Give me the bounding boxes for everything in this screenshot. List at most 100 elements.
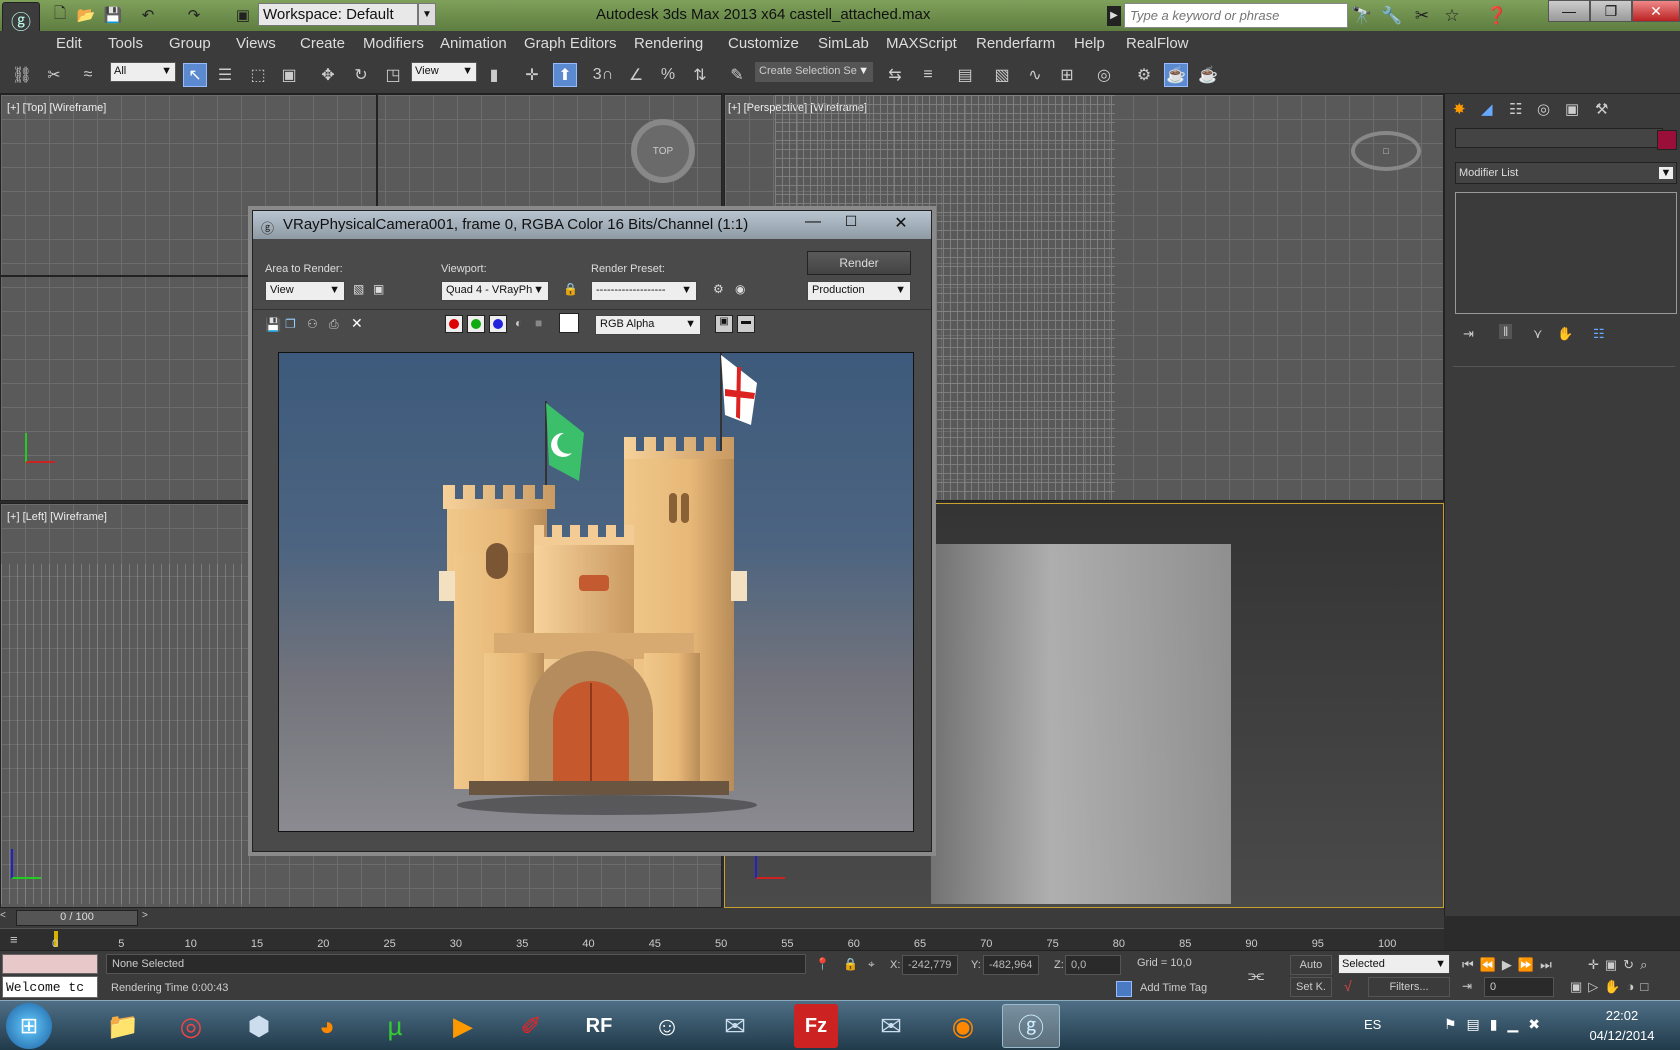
remove-modifier-icon[interactable]: ✋ (1557, 326, 1573, 342)
current-frame-field[interactable]: 0 (1484, 977, 1554, 997)
bind-space-warp-icon[interactable]: ≈ (76, 63, 100, 87)
move-icon[interactable]: ✥ (316, 63, 340, 87)
menu-edit[interactable]: Edit (56, 35, 82, 52)
curve-editor-icon[interactable]: ∿ (1023, 63, 1047, 87)
alpha-channel-icon[interactable]: ◐ (515, 316, 522, 330)
percent-snap-icon[interactable]: % (656, 63, 680, 87)
rectangular-selection-icon[interactable]: ⬚ (246, 63, 270, 87)
production-dropdown[interactable]: Production ▼ (807, 281, 911, 301)
app-3d-icon[interactable]: ⬢ (230, 1004, 288, 1048)
time-slider-thumb[interactable]: 0 / 100 (16, 910, 138, 926)
select-by-name-icon[interactable]: ☰ (213, 63, 237, 87)
toggle-ui-icon[interactable]: ▬ (737, 315, 755, 333)
project-folder-icon[interactable]: ▣ (232, 5, 254, 25)
render-setup-icon-small[interactable]: ⚙ (713, 282, 724, 296)
minimize-window-button[interactable]: — (1548, 0, 1590, 22)
display-tab-icon[interactable]: ▣ (1565, 100, 1587, 122)
area-to-render-dropdown[interactable]: View ▼ (265, 281, 345, 301)
menu-help[interactable]: Help (1074, 35, 1105, 52)
hierarchy-tab-icon[interactable]: ☷ (1509, 100, 1531, 122)
make-unique-icon[interactable]: ⋎ (1533, 326, 1543, 342)
3dsmax-taskbar-icon[interactable]: ⓖ (1002, 1004, 1060, 1048)
close-window-button[interactable]: ✕ (1632, 0, 1680, 22)
communication-icon[interactable]: ✂ (1410, 4, 1434, 28)
binoculars-icon[interactable]: 🔭 (1350, 4, 1374, 28)
keyboard-shortcut-override-icon[interactable]: ⬆ (553, 63, 577, 87)
favorites-icon[interactable]: ☆ (1440, 4, 1464, 28)
object-color-swatch[interactable] (1657, 130, 1677, 150)
undo-icon[interactable]: ↶ (137, 5, 159, 25)
menu-customize[interactable]: Customize (728, 35, 799, 52)
auto-key-button[interactable]: Auto (1290, 955, 1332, 975)
clock-time[interactable]: 22:02 (1580, 1008, 1664, 1023)
material-editor-icon[interactable]: ◎ (1092, 63, 1116, 87)
modify-tab-icon[interactable]: ◢ (1481, 100, 1503, 122)
print-image-icon[interactable]: ⎙ (329, 317, 339, 332)
render-preset-dropdown[interactable]: ------------------- ▼ (591, 281, 697, 301)
subscription-icon[interactable]: 🔧 (1380, 4, 1404, 28)
select-and-manipulate-icon[interactable]: ✛ (520, 63, 544, 87)
acrobat-icon[interactable]: ✐ (502, 1004, 560, 1048)
selection-lock-icon[interactable]: 🔒 (843, 957, 858, 971)
layer-manager-icon[interactable]: ▤ (953, 63, 977, 87)
render-frame-window-icon[interactable]: ☕ (1164, 63, 1188, 87)
maxscript-mini-listener-top[interactable] (2, 954, 98, 974)
reference-coordinate-dropdown[interactable]: View ▼ (411, 62, 477, 82)
lock-viewport-icon[interactable]: 🔒 (563, 282, 578, 296)
render-window-titlebar[interactable]: VRayPhysicalCamera001, frame 0, RGBA Col… (253, 211, 931, 239)
menu-animation[interactable]: Animation (440, 35, 507, 52)
color-swatch[interactable] (559, 313, 579, 333)
key-filters-button[interactable]: Filters... (1368, 977, 1450, 997)
time-tag-icon[interactable] (1116, 981, 1132, 997)
language-indicator[interactable]: ES (1364, 1017, 1381, 1032)
red-channel-toggle[interactable] (445, 315, 463, 333)
menu-group[interactable]: Group (169, 35, 211, 52)
menu-views[interactable]: Views (236, 35, 276, 52)
viewcube-perspective[interactable]: □ (1351, 131, 1421, 171)
save-image-icon[interactable]: 💾 (265, 317, 281, 333)
x-coordinate-field[interactable]: -242,779 (902, 955, 958, 975)
absolute-mode-icon[interactable]: ⌖ (868, 957, 875, 972)
rotate-icon[interactable]: ↻ (349, 63, 373, 87)
menu-maxscript[interactable]: MAXScript (886, 35, 957, 52)
blue-channel-toggle[interactable] (489, 315, 507, 333)
menu-renderfarm[interactable]: Renderfarm (976, 35, 1055, 52)
zbrush-icon[interactable]: ☺ (638, 1004, 696, 1048)
align-icon[interactable]: ≡ (916, 63, 940, 87)
pivot-center-icon[interactable]: ▮ (482, 63, 506, 87)
environment-effects-icon[interactable]: ◉ (735, 282, 745, 296)
open-file-icon[interactable]: 📂 (75, 5, 97, 25)
pin-stack-icon[interactable]: ⇥ (1463, 326, 1474, 342)
chrome-icon[interactable]: ◎ (162, 1004, 220, 1048)
spinner-snap-icon[interactable]: ⇅ (688, 63, 712, 87)
key-mode-toggle-icon[interactable]: ⇥ (1462, 979, 1472, 993)
monochrome-icon[interactable]: ■ (535, 316, 542, 330)
select-object-icon[interactable]: ↖ (183, 63, 207, 87)
selection-filter-dropdown[interactable]: All ▼ (110, 62, 176, 82)
clear-image-icon[interactable]: ✕ (351, 315, 363, 332)
viewport-dropdown[interactable]: Quad 4 - VRayPh ▼ (441, 281, 549, 301)
redo-icon[interactable]: ↷ (183, 5, 205, 25)
render-window-close-button[interactable]: ✕ (881, 213, 921, 235)
utorrent-icon[interactable]: µ (366, 1004, 424, 1048)
scale-icon[interactable]: ◳ (381, 63, 405, 87)
network-app-icon[interactable]: ✉ (706, 1004, 764, 1048)
viewport-navigation-controls-2[interactable]: ▣▷✋◑□ (1570, 979, 1654, 995)
copy-image-icon[interactable]: ❐ (285, 317, 296, 331)
modifier-list-dropdown[interactable]: Modifier List ▼ (1455, 162, 1677, 184)
playback-controls[interactable]: ⏮⏪▶⏩⏭ (1462, 957, 1558, 973)
search-input[interactable] (1124, 3, 1348, 28)
motion-tab-icon[interactable]: ◎ (1537, 100, 1559, 122)
firefox-icon[interactable]: ◕ (298, 1004, 356, 1048)
tray-icons[interactable]: ⚑▤▮▁✖ (1444, 1016, 1550, 1033)
viewport-top-label[interactable]: [+] [Top] [Wireframe] (7, 102, 106, 114)
blender-icon[interactable]: ◉ (934, 1004, 992, 1048)
viewport-left-label[interactable]: [+] [Left] [Wireframe] (7, 511, 107, 523)
auto-region-icon[interactable]: ▣ (373, 282, 384, 296)
time-next-arrow-icon[interactable]: > (142, 910, 156, 926)
mini-curve-editor-icon[interactable]: ≡ (10, 932, 18, 947)
media-player-icon[interactable]: ▶ (434, 1004, 492, 1048)
isolate-icon[interactable]: 📍 (815, 957, 830, 971)
utilities-tab-icon[interactable]: ⚒ (1595, 100, 1617, 122)
viewport-navigation-controls[interactable]: ✛▣↻⌕ (1588, 957, 1653, 973)
